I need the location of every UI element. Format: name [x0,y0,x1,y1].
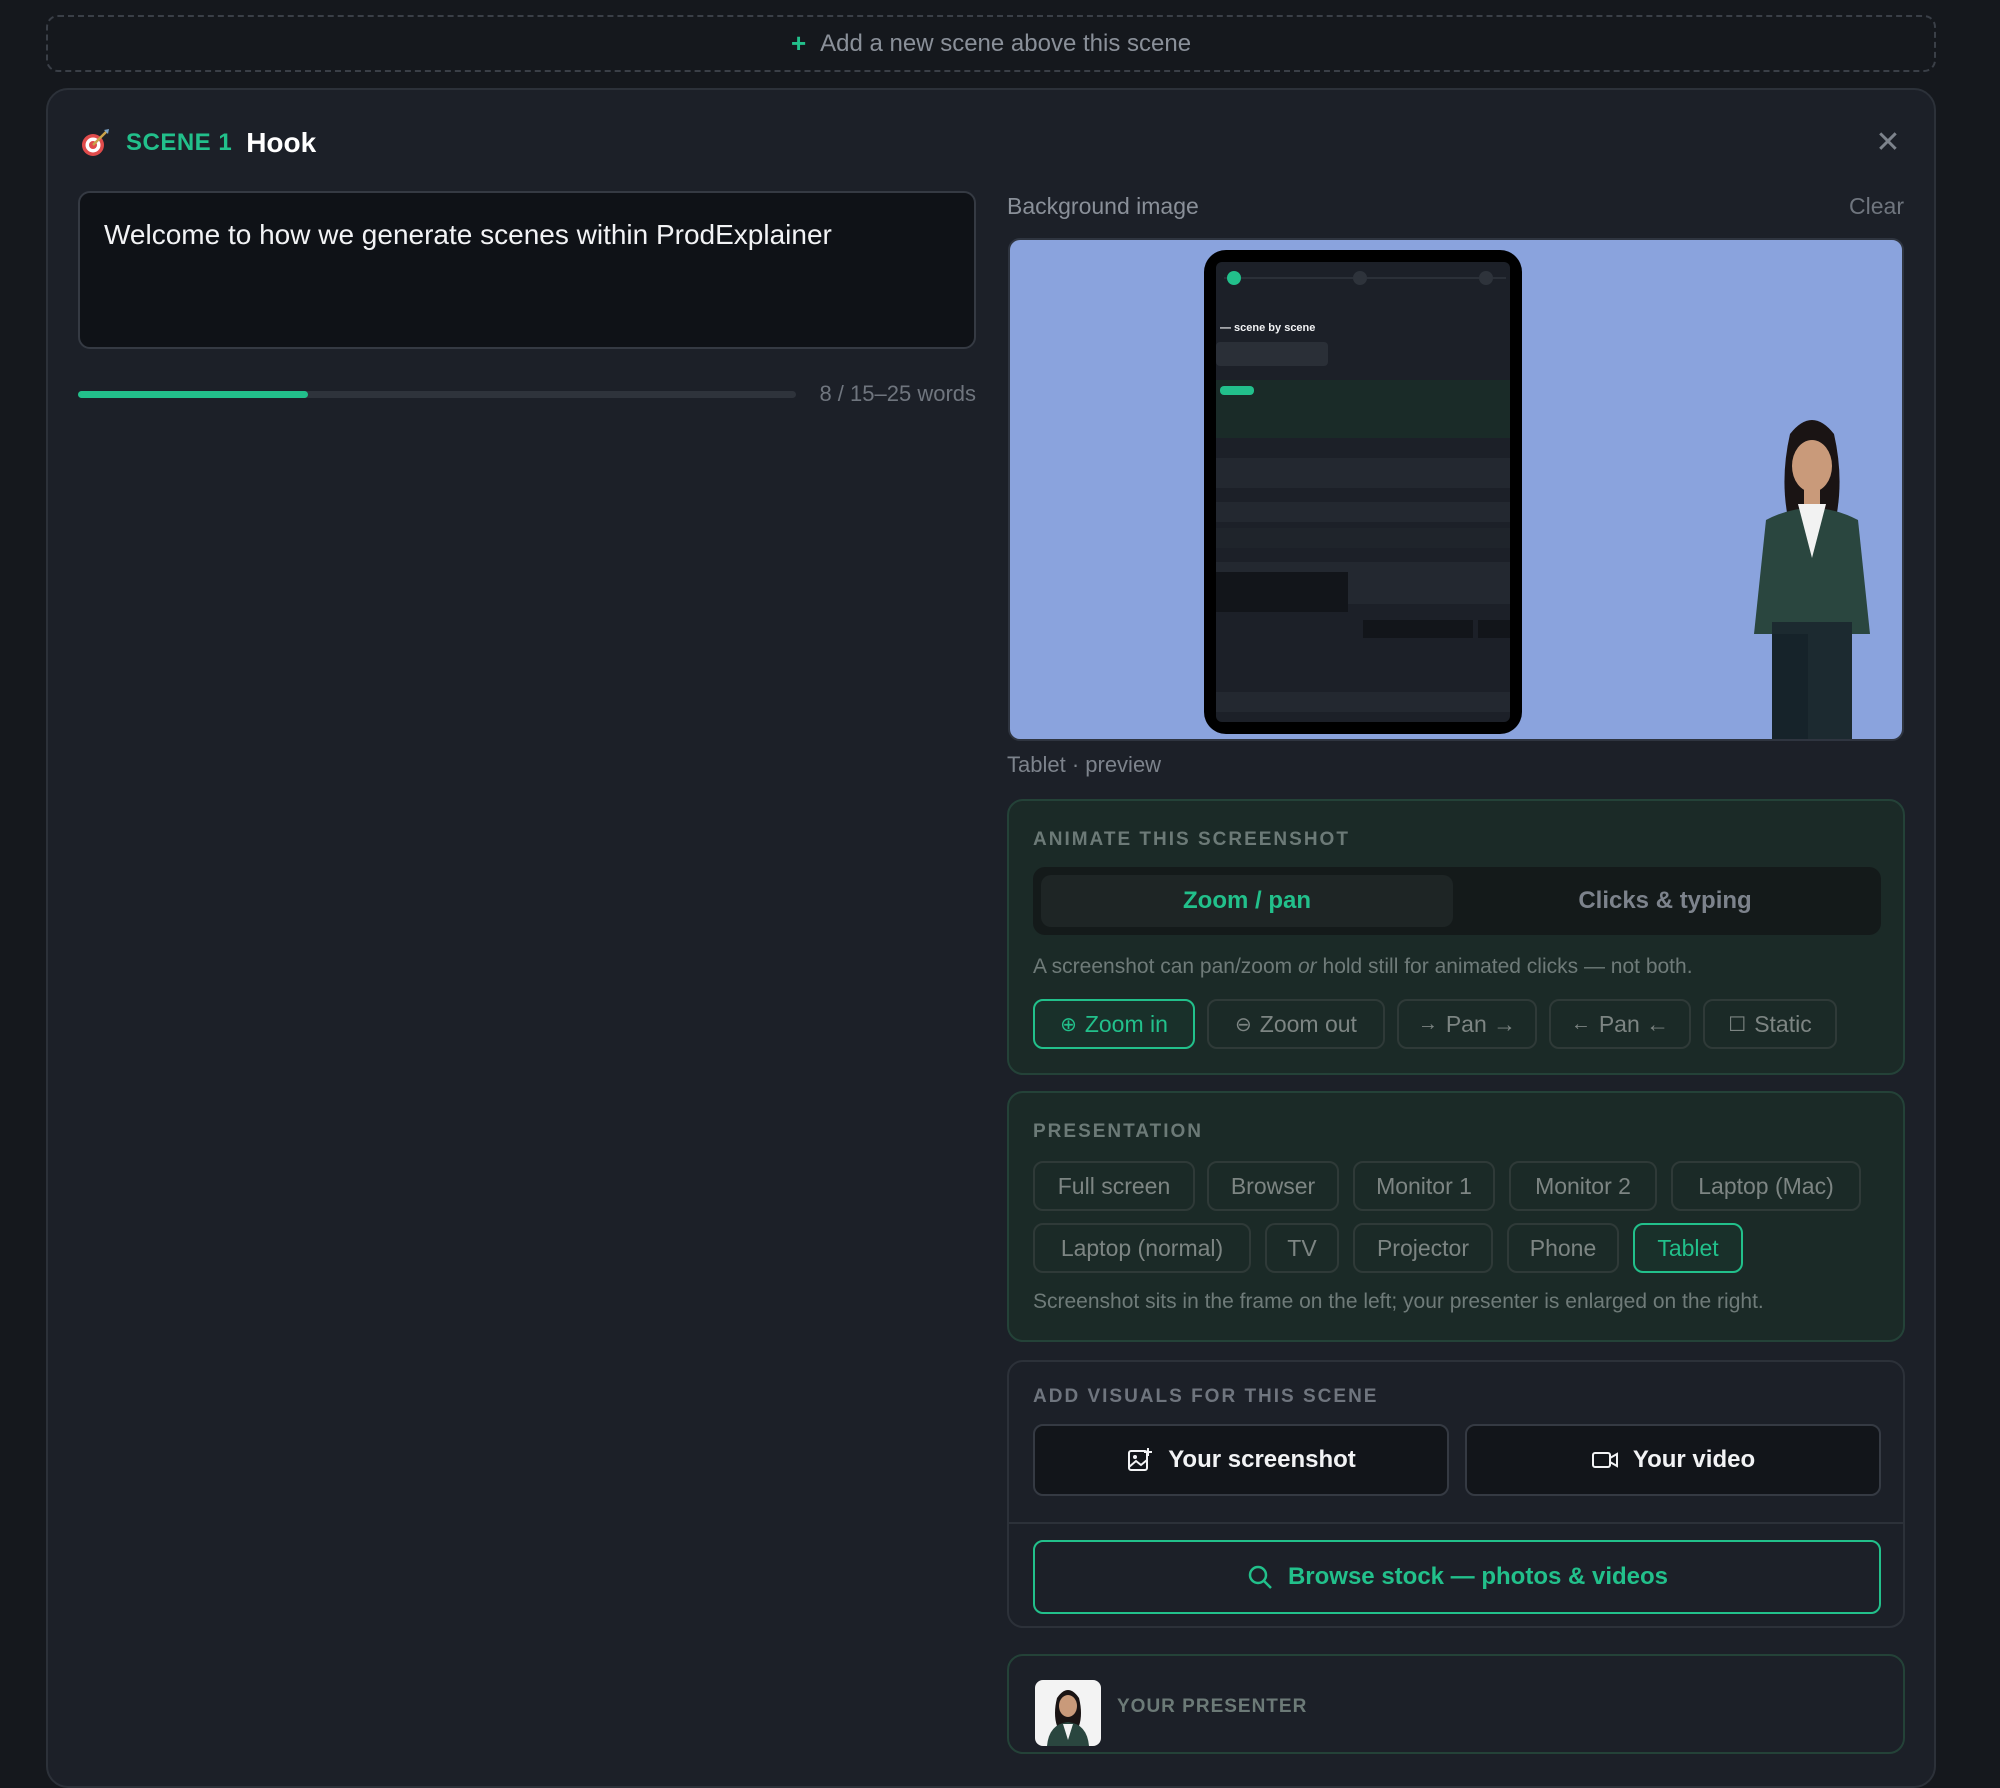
pan-right-option[interactable]: → Pan → [1397,999,1537,1049]
add-visuals-title: ADD VISUALS FOR THIS SCENE [1033,1386,1379,1407]
preview-caption: Tablet · preview [1007,752,1162,777]
presentation-tv[interactable]: TV [1265,1223,1339,1273]
presentation-laptop-normal[interactable]: Laptop (normal) [1033,1223,1251,1273]
presentation-panel: PRESENTATION Full screen Browser Monitor… [1007,1091,1905,1342]
video-camera-icon [1591,1452,1618,1468]
arrow-left-icon: ← [1570,1012,1591,1035]
visuals-divider [1009,1522,1903,1524]
word-count-label: 8 / 15–25 words [819,381,976,406]
word-count-progress [78,391,796,398]
word-count-progress-fill [78,391,308,398]
arrow-right-icon: → [1417,1012,1438,1035]
avatar[interactable] [1035,1680,1101,1746]
browse-stock-button[interactable]: Browse stock — photos & videos [1033,1540,1881,1614]
scene-title[interactable]: Hook [246,127,316,159]
scene-header: SCENE 1 Hook [78,126,316,160]
background-preview: — scene by scene [1008,238,1904,741]
add-scene-above-button[interactable]: + Add a new scene above this scene [46,15,1936,72]
search-icon [1248,1565,1272,1589]
zoom-in-option[interactable]: ⊕ Zoom in [1033,999,1195,1049]
presenter-figure [1754,420,1870,739]
animate-mode-toggle: Zoom / pan Clicks & typing [1033,867,1881,935]
presentation-monitor-1[interactable]: Monitor 1 [1353,1161,1495,1211]
close-icon[interactable]: ✕ [1873,128,1903,158]
add-scene-above-label: Add a new scene above this scene [820,29,1192,57]
tablet-frame: — scene by scene [1204,250,1522,734]
presentation-phone[interactable]: Phone [1507,1223,1619,1273]
presentation-laptop-mac[interactable]: Laptop (Mac) [1671,1161,1861,1211]
zoom-out-option[interactable]: ⊖ Zoom out [1207,999,1385,1049]
presentation-tablet[interactable]: Tablet [1633,1223,1743,1273]
image-add-icon [1128,1448,1153,1471]
clear-background-button[interactable]: Clear [1810,193,1904,220]
mode-clicks-typing[interactable]: Clicks & typing [1457,875,1873,927]
presentation-monitor-2[interactable]: Monitor 2 [1509,1161,1657,1211]
your-presenter-label: YOUR PRESENTER [1117,1696,1308,1717]
static-option[interactable]: ☐ Static [1703,999,1837,1049]
presentation-title: PRESENTATION [1033,1121,1204,1142]
presentation-hint: Screenshot sits in the frame on the left… [1033,1290,1764,1313]
scene-number: SCENE 1 [126,129,233,156]
zoom-in-icon: ⊕ [1060,1013,1077,1036]
presentation-full-screen[interactable]: Full screen [1033,1161,1195,1211]
presenter-avatar-image [1047,1690,1089,1746]
background-image-label: Background image [1007,193,1199,219]
presentation-projector[interactable]: Projector [1353,1223,1493,1273]
animate-panel: ANIMATE THIS SCREENSHOT Zoom / pan Click… [1007,799,1905,1075]
pan-left-option[interactable]: ← Pan ← [1549,999,1691,1049]
zoom-out-icon: ⊖ [1235,1013,1252,1036]
your-screenshot-button[interactable]: Your screenshot [1033,1424,1449,1496]
animate-title: ANIMATE THIS SCREENSHOT [1033,829,1350,850]
mode-zoom-pan[interactable]: Zoom / pan [1041,875,1453,927]
your-video-button[interactable]: Your video [1465,1424,1881,1496]
presenter-panel: YOUR PRESENTER [1007,1654,1905,1754]
add-visuals-panel: ADD VISUALS FOR THIS SCENE Your screensh… [1007,1360,1905,1628]
target-icon [82,129,109,156]
presentation-browser[interactable]: Browser [1207,1161,1339,1211]
tablet-screen-heading: — scene by scene [1220,322,1316,334]
plus-icon: + [790,28,807,58]
scene-script-textarea[interactable]: Welcome to how we generate scenes within… [78,191,976,349]
tablet-screenshot: — scene by scene [1216,262,1510,722]
square-icon: ☐ [1728,1013,1747,1036]
animate-hint: A screenshot can pan/zoom or hold still … [1033,955,1693,978]
